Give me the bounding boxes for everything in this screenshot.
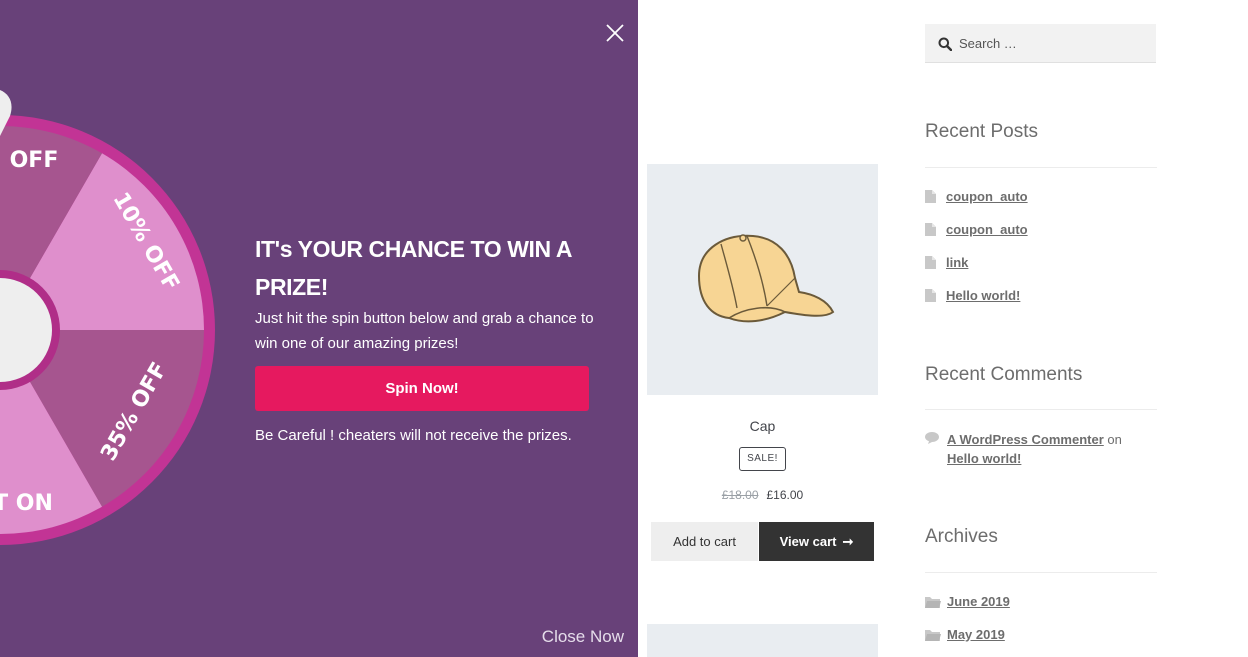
recent-post-link[interactable]: link xyxy=(946,255,968,270)
sale-badge: SALE! xyxy=(739,447,786,471)
document-icon xyxy=(925,256,936,269)
search-input[interactable] xyxy=(959,24,1149,63)
document-icon xyxy=(925,289,936,302)
divider xyxy=(925,167,1157,168)
popup-warning: Be Careful ! cheaters will not receive t… xyxy=(255,427,572,444)
recent-post-item: link xyxy=(925,255,968,270)
search-form xyxy=(925,24,1156,63)
document-icon xyxy=(925,223,936,236)
spin-now-button[interactable]: Spin Now! xyxy=(255,366,589,411)
old-price: £18.00 xyxy=(721,488,759,502)
spin-wheel-popup: OFF 10% OFF 35% OFF T ON IT's YOUR CHANC… xyxy=(0,0,638,657)
recent-post-link[interactable]: coupon_auto xyxy=(946,189,1028,204)
product-title[interactable]: Cap xyxy=(647,418,878,434)
folder-icon xyxy=(925,630,941,641)
product-image[interactable] xyxy=(647,164,878,395)
new-price: £16.00 xyxy=(766,488,804,502)
wheel-pointer-icon xyxy=(0,90,12,136)
page: Cap SALE! £18.00 £16.00 Add to cart View … xyxy=(0,0,1248,657)
cap-illustration xyxy=(697,234,835,323)
archive-link[interactable]: June 2019 xyxy=(947,594,1010,609)
popup-headline: IT's YOUR CHANCE TO WIN A PRIZE! xyxy=(255,236,572,300)
archive-item: May 2019 xyxy=(925,627,1005,642)
product-price: £18.00 £16.00 xyxy=(647,488,878,502)
archives-title: Archives xyxy=(925,526,998,547)
wheel-slice-label: OFF xyxy=(10,148,59,173)
recent-post-link[interactable]: Hello world! xyxy=(946,288,1020,303)
recent-post-item: coupon_auto xyxy=(925,222,1028,237)
wheel-slice-label: T ON xyxy=(0,491,53,516)
divider xyxy=(925,409,1157,410)
view-cart-label: View cart xyxy=(779,534,837,549)
recent-post-item: Hello world! xyxy=(925,288,1020,303)
divider xyxy=(925,572,1157,573)
archive-link[interactable]: May 2019 xyxy=(947,627,1005,642)
arrow-right-icon: ➞ xyxy=(842,534,854,549)
recent-posts-title: Recent Posts xyxy=(925,121,1038,142)
close-icon[interactable] xyxy=(604,22,626,44)
search-icon xyxy=(938,37,952,51)
folder-icon xyxy=(925,597,941,608)
archive-item: June 2019 xyxy=(925,594,1010,609)
comment-bubble-icon xyxy=(925,432,939,444)
comment-post-link[interactable]: Hello world! xyxy=(947,451,1021,466)
popup-description: Just hit the spin button below and grab … xyxy=(255,310,594,352)
recent-post-link[interactable]: coupon_auto xyxy=(946,222,1028,237)
view-cart-button[interactable]: View cart ➞ xyxy=(759,522,874,561)
recent-post-item: coupon_auto xyxy=(925,189,1028,204)
document-icon xyxy=(925,190,936,203)
close-now-link[interactable]: Close Now xyxy=(490,627,624,647)
next-product-image[interactable] xyxy=(647,624,878,657)
comment-on-text: on xyxy=(1107,432,1122,447)
comment-author-link[interactable]: A WordPress Commenter xyxy=(947,432,1104,447)
recent-comments-title: Recent Comments xyxy=(925,364,1083,385)
prize-wheel[interactable]: OFF 10% OFF 35% OFF T ON xyxy=(0,115,215,545)
add-to-cart-button[interactable]: Add to cart xyxy=(651,522,758,561)
recent-comment-item: A WordPress Commenter on Hello world! xyxy=(925,430,1157,468)
